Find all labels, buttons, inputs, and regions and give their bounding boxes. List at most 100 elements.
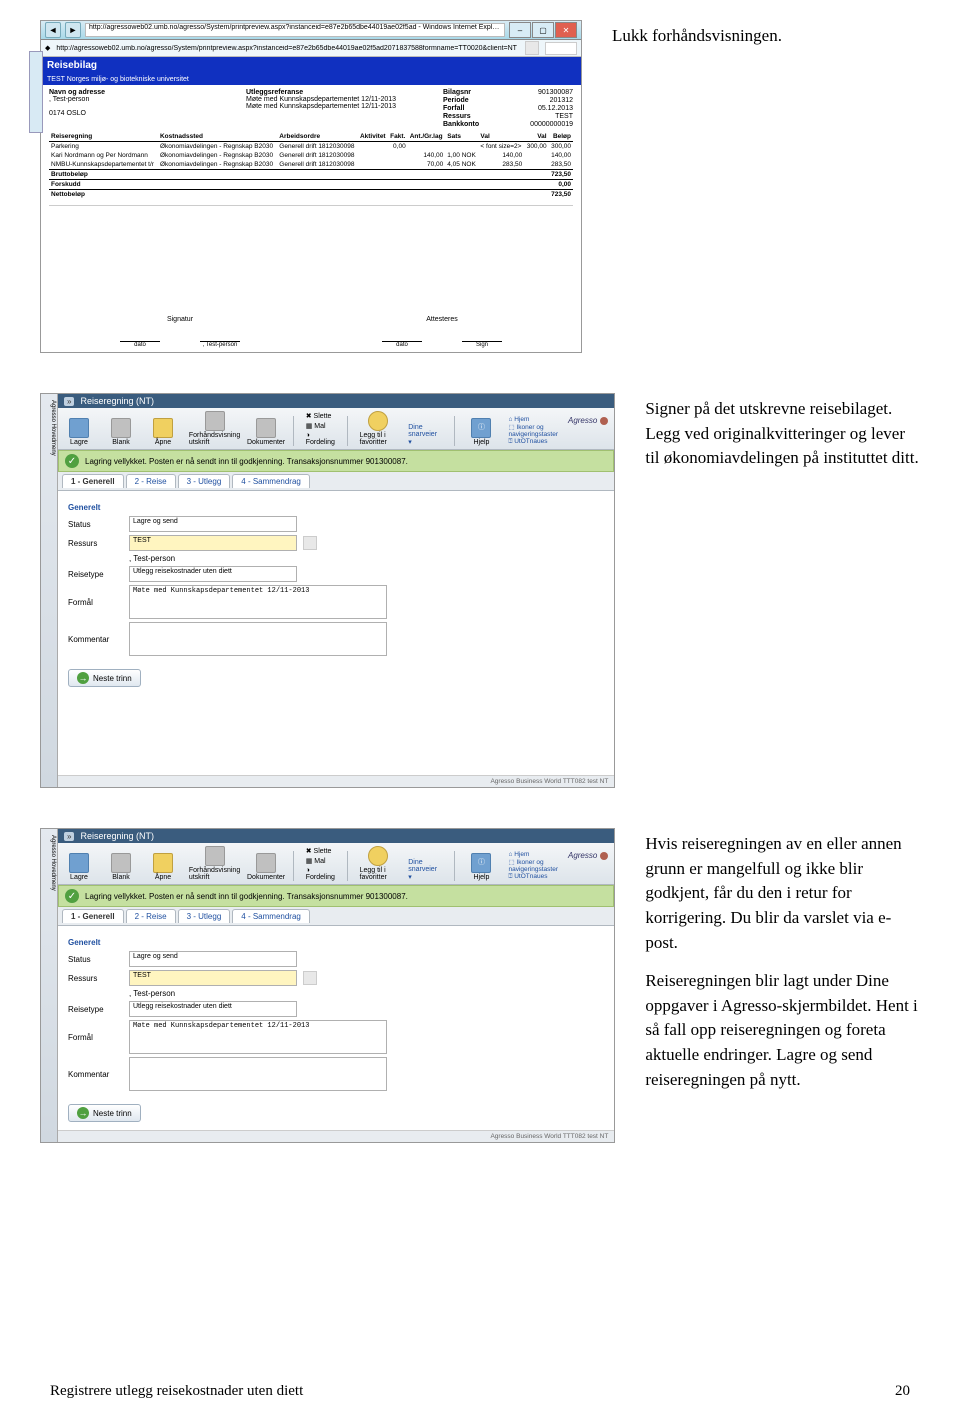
maximize-icon[interactable]: ▢ <box>532 22 554 38</box>
leggtil-button[interactable]: Legg til i favoritter <box>360 411 397 446</box>
reisetype-field[interactable]: Utlegg reisekostnader uten diett <box>129 566 297 582</box>
apne-button[interactable]: Åpne <box>148 853 178 881</box>
side-favorites-tab[interactable] <box>29 51 43 133</box>
forhandsvisning-button[interactable]: Forhåndsvisning utskrift <box>190 846 239 881</box>
utlegg-line1: Møte med Kunnskapsdepartementet 12/11-20… <box>246 96 396 103</box>
print-preview-icon <box>205 411 225 431</box>
window-title: Reiseregning (NT) <box>80 831 154 841</box>
fordeling-button[interactable]: ◑ Fordeling <box>306 432 335 446</box>
hjem-link[interactable]: ⌂ Hjem <box>509 416 558 423</box>
toolbar: Lagre Blank Åpne Forhåndsvisning utskrif… <box>58 408 614 450</box>
tab-sammendrag[interactable]: 4 - Sammendrag <box>232 909 310 923</box>
blank-button[interactable]: Blank <box>106 853 136 881</box>
status-field[interactable]: Lagre og send <box>129 951 297 967</box>
hjem-link[interactable]: ⌂ Hjem <box>509 851 558 858</box>
fordeling-button[interactable]: ◑ Fordeling <box>306 867 335 881</box>
ikoner-link[interactable]: ⬚ Ikoner og navigeringstaster <box>509 423 558 438</box>
caption-3b: Reiseregningen blir lagt under Dine oppg… <box>645 969 920 1092</box>
reisetype-field[interactable]: Utlegg reisekostnader uten diett <box>129 1001 297 1017</box>
print-preview-screenshot: ◄ ► http://agressoweb02.umb.no/agresso/S… <box>40 20 582 353</box>
utotnaues-link[interactable]: ⍰ UtOTnaues <box>509 873 558 881</box>
mal-button[interactable]: ▦ Mal <box>306 422 335 430</box>
expense-table: Reiseregning Kostnadssted Arbeidsordre A… <box>49 132 573 199</box>
col-val: Val <box>478 132 524 142</box>
dokumenter-button[interactable]: Dokumenter <box>251 418 281 446</box>
agresso-logo: Agresso <box>568 851 608 860</box>
lagre-button[interactable]: Lagre <box>64 418 94 446</box>
minimize-icon[interactable]: – <box>509 22 531 38</box>
tab-reise[interactable]: 2 - Reise <box>126 909 176 923</box>
formal-field[interactable] <box>129 585 387 619</box>
ressurs-field[interactable]: TEST <box>129 970 297 986</box>
hovedmeny-tab[interactable]: Agresso Hovedmeny <box>41 394 58 787</box>
save-icon <box>69 418 89 438</box>
col-sats: Sats <box>445 132 478 142</box>
slette-button[interactable]: ✖ Slette <box>306 847 335 855</box>
reisebilag-subtitle: TEST Norges miljø- og biotekniske univer… <box>41 74 581 85</box>
dine-snarveier-link[interactable]: Dine snarveier ▾ <box>408 859 442 881</box>
expand-icon[interactable]: » <box>64 832 74 841</box>
star-icon <box>368 411 388 431</box>
caption-2: Signer på det utskrevne reisebilaget. Le… <box>645 397 920 471</box>
check-icon: ✓ <box>65 889 79 903</box>
name-value: , Test-person <box>49 96 89 103</box>
forhandsvisning-button[interactable]: Forhåndsvisning utskrift <box>190 411 239 446</box>
arrow-right-icon: → <box>77 1107 89 1119</box>
forward-icon[interactable]: ► <box>65 22 81 38</box>
neste-button[interactable]: →Neste trinn <box>68 1104 141 1122</box>
signature-block: Signatur dato, Test-person <box>120 316 240 348</box>
tab-reise[interactable]: 2 - Reise <box>126 474 176 488</box>
lagre-button[interactable]: Lagre <box>64 853 94 881</box>
tab-utlegg[interactable]: 3 - Utlegg <box>178 474 231 488</box>
kommentar-field[interactable] <box>129 622 387 656</box>
status-field[interactable]: Lagre og send <box>129 516 297 532</box>
ikoner-link[interactable]: ⬚ Ikoner og navigeringstaster <box>509 858 558 873</box>
formal-field[interactable] <box>129 1020 387 1054</box>
ressurs-label: Ressurs <box>68 539 123 548</box>
table-row: Kari Nordmann og Per NordmannØkonomiavde… <box>49 151 573 160</box>
status-bar: Agresso Business World TTT082 test NT <box>58 1130 614 1142</box>
group-title: Generelt <box>68 938 604 947</box>
col-val2: Val <box>524 132 548 142</box>
close-icon[interactable]: ✕ <box>555 22 577 38</box>
col-belop: Beløp <box>549 132 573 142</box>
search-box[interactable] <box>545 42 577 55</box>
forfall-value: 05.12.2013 <box>503 105 573 112</box>
status-label: Status <box>68 520 123 529</box>
footer-left: Registrere utlegg reisekostnader uten di… <box>50 1383 303 1400</box>
utotnaues-link[interactable]: ⍰ UtOTnaues <box>509 438 558 446</box>
lookup-icon[interactable] <box>303 536 317 550</box>
formal-label: Formål <box>68 598 123 607</box>
hjelp-button[interactable]: ⓘHjelp <box>466 418 496 446</box>
reiseregning-screenshot-2: Agresso Hovedmeny » Reiseregning (NT) La… <box>40 828 615 1143</box>
back-icon[interactable]: ◄ <box>45 22 61 38</box>
address-bar[interactable]: http://agressoweb02.umb.no/agresso/Syste… <box>85 23 505 37</box>
dokumenter-button[interactable]: Dokumenter <box>251 853 281 881</box>
neste-button[interactable]: →Neste trinn <box>68 669 141 687</box>
tab-utlegg[interactable]: 3 - Utlegg <box>178 909 231 923</box>
save-icon <box>69 853 89 873</box>
mal-button[interactable]: ▦ Mal <box>306 857 335 865</box>
apne-button[interactable]: Åpne <box>148 418 178 446</box>
col-kostnadssted: Kostnadssted <box>158 132 277 142</box>
slette-button[interactable]: ✖ Slette <box>306 412 335 420</box>
lookup-icon[interactable] <box>303 971 317 985</box>
dine-snarveier-link[interactable]: Dine snarveier ▾ <box>408 424 442 446</box>
bankkonto-label: Bankkonto <box>443 121 503 128</box>
kommentar-field[interactable] <box>129 1057 387 1091</box>
expand-icon[interactable]: » <box>64 397 74 406</box>
home-icon[interactable] <box>525 41 539 55</box>
tab-generell[interactable]: 1 - Generell <box>62 474 124 488</box>
hovedmeny-tab[interactable]: Agresso Hovedmeny <box>41 829 58 1142</box>
leggtil-button[interactable]: Legg til i favoritter <box>360 846 397 881</box>
formal-label: Formål <box>68 1033 123 1042</box>
tab-generell[interactable]: 1 - Generell <box>62 909 124 923</box>
window-title-bar: » Reiseregning (NT) <box>58 829 614 843</box>
open-icon <box>153 853 173 873</box>
ressurs-field[interactable]: TEST <box>129 535 297 551</box>
tab-sammendrag[interactable]: 4 - Sammendrag <box>232 474 310 488</box>
reisetype-label: Reisetype <box>68 570 123 579</box>
blank-button[interactable]: Blank <box>106 418 136 446</box>
hjelp-button[interactable]: ⓘHjelp <box>466 853 496 881</box>
blank-icon <box>111 853 131 873</box>
